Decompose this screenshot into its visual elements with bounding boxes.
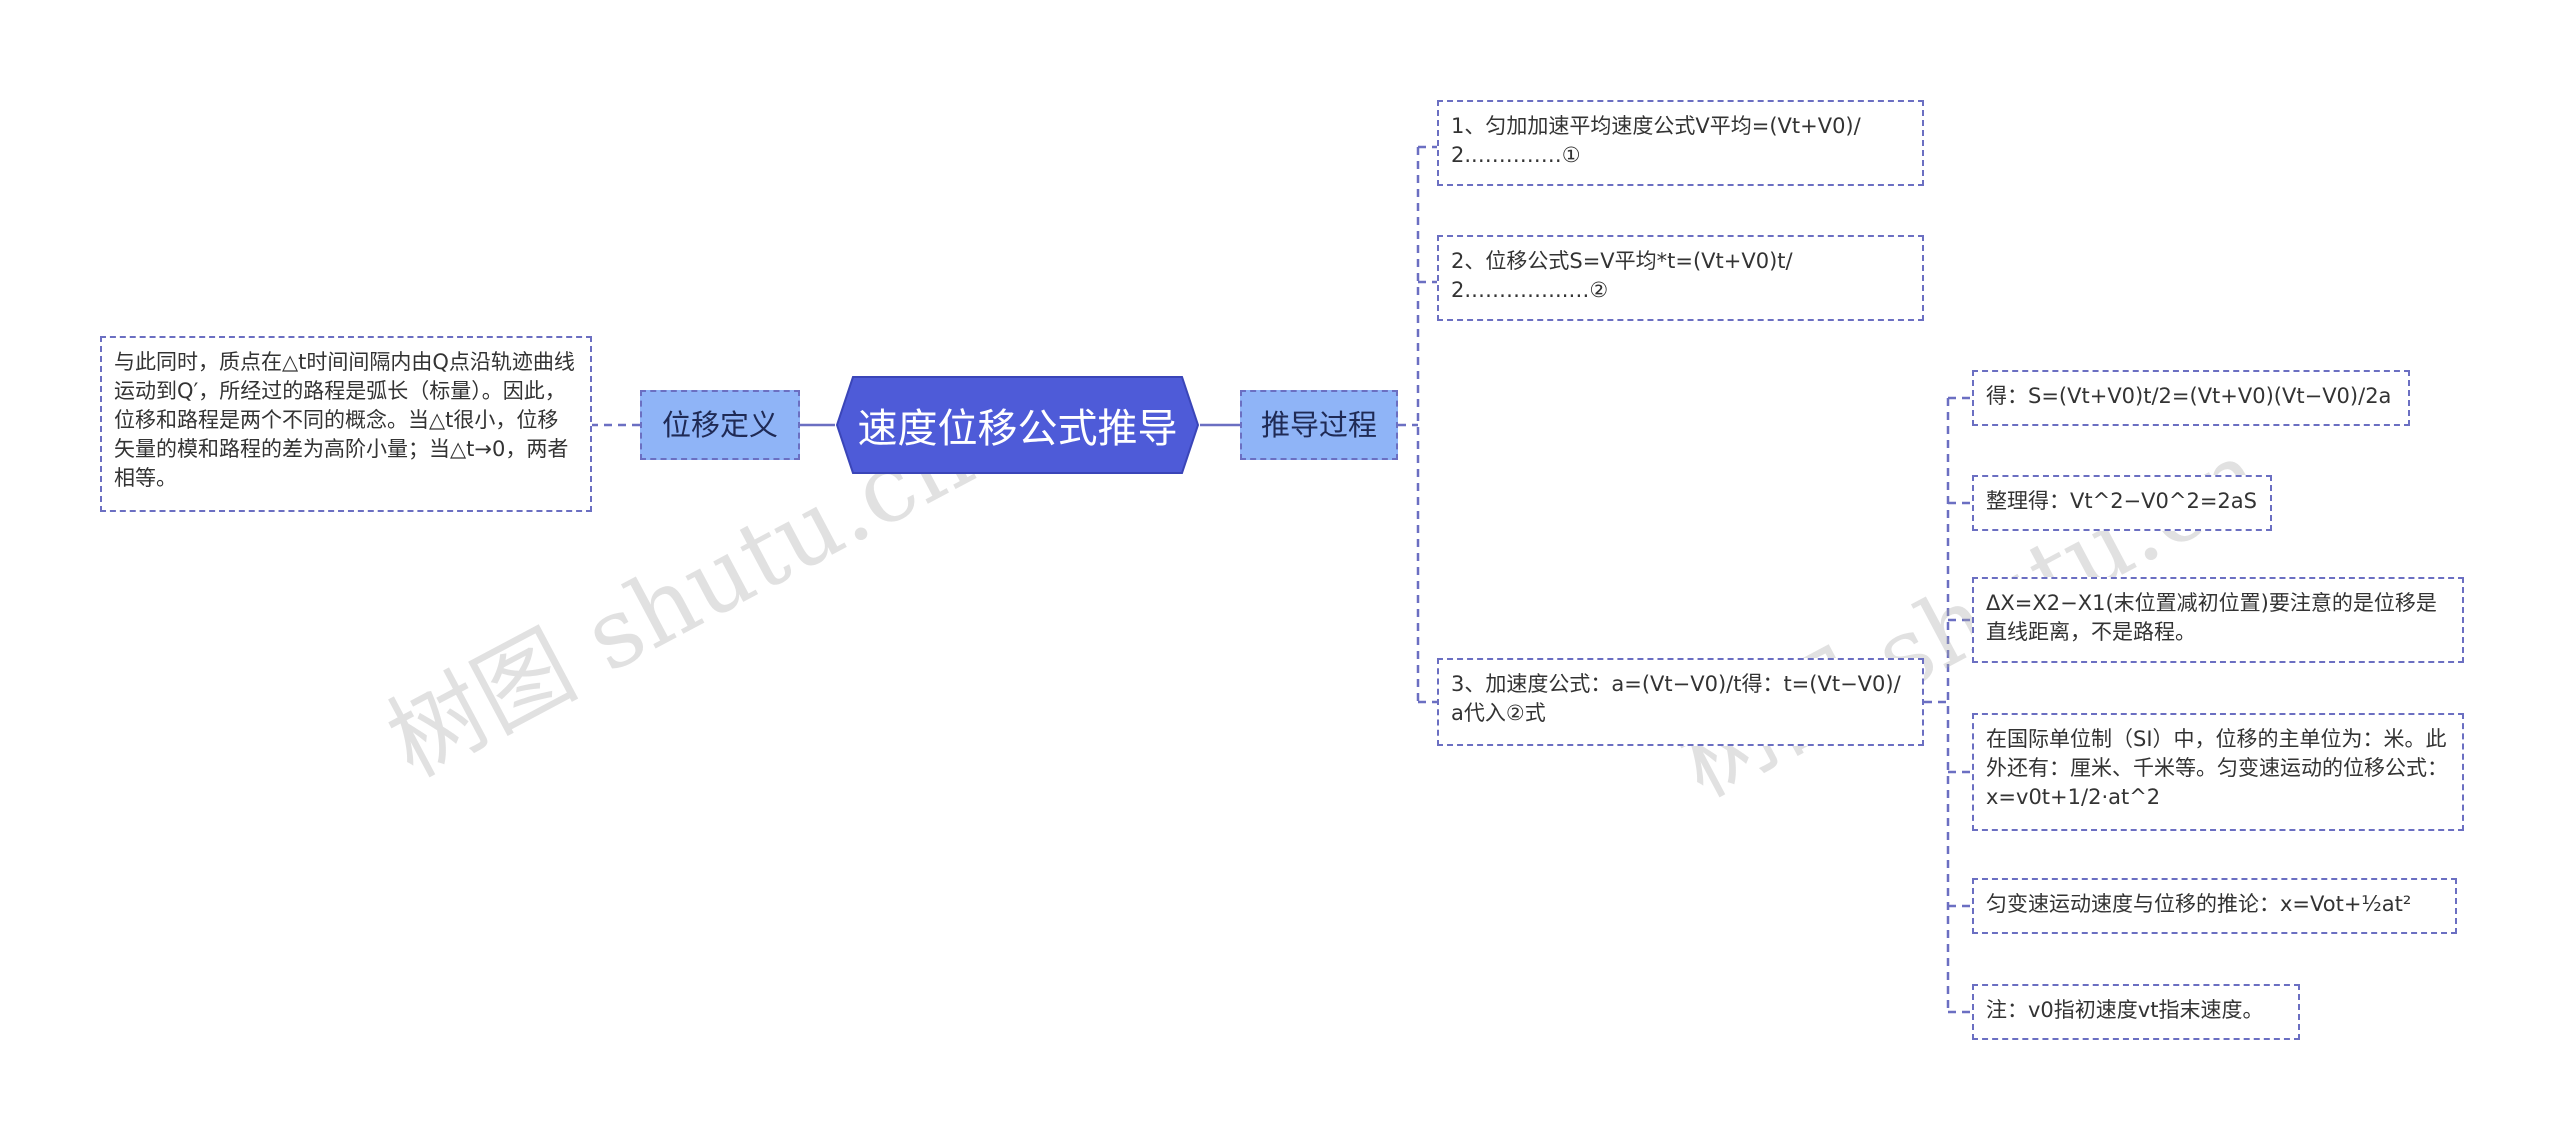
sub-leaf-derived-s[interactable]: 得：S=(Vt+V0)t/2=(Vt+V0)(Vt−V0)/2a <box>1972 370 2410 426</box>
leaf-displacement-description[interactable]: 与此同时，质点在△t时间间隔内由Q点沿轨迹曲线运动到Q′，所经过的路程是弧长（标… <box>100 336 592 512</box>
root-node[interactable]: 速度位移公式推导 <box>835 375 1200 475</box>
leaf-text: 注：v0指初速度vt指末速度。 <box>1986 998 2264 1022</box>
leaf-average-velocity-formula[interactable]: 1、匀加加速平均速度公式V平均=(Vt+V0)/2..…………① <box>1437 100 1924 186</box>
leaf-text: 整理得：Vt^2−V0^2=2aS <box>1986 489 2257 513</box>
branch-displacement-definition[interactable]: 位移定义 <box>640 390 800 460</box>
root-title: 速度位移公式推导 <box>857 406 1178 452</box>
leaf-acceleration-formula[interactable]: 3、加速度公式：a=(Vt−V0)/t得：t=(Vt−V0)/a代入②式 <box>1437 658 1924 746</box>
branch-derivation-process[interactable]: 推导过程 <box>1240 390 1398 460</box>
leaf-text: 匀变速运动速度与位移的推论：x=Vot+½at² <box>1986 892 2412 916</box>
sub-leaf-delta-x[interactable]: ΔX=X2−X1(末位置减初位置)要注意的是位移是直线距离，不是路程。 <box>1972 577 2464 663</box>
sub-leaf-corollary[interactable]: 匀变速运动速度与位移的推论：x=Vot+½at² <box>1972 878 2457 934</box>
leaf-text: 2、位移公式S=V平均*t=(Vt+V0)t/2.…………..…② <box>1451 249 1793 302</box>
sub-leaf-simplified[interactable]: 整理得：Vt^2−V0^2=2aS <box>1972 475 2272 531</box>
leaf-text: 与此同时，质点在△t时间间隔内由Q点沿轨迹曲线运动到Q′，所经过的路程是弧长（标… <box>114 350 575 490</box>
leaf-displacement-formula[interactable]: 2、位移公式S=V平均*t=(Vt+V0)t/2.…………..…② <box>1437 235 1924 321</box>
branch-label: 推导过程 <box>1260 407 1377 442</box>
leaf-text: 3、加速度公式：a=(Vt−V0)/t得：t=(Vt−V0)/a代入②式 <box>1451 672 1901 725</box>
leaf-text: 在国际单位制（SI）中，位移的主单位为：米。此外还有：厘米、千米等。匀变速运动的… <box>1986 727 2448 809</box>
sub-leaf-note[interactable]: 注：v0指初速度vt指末速度。 <box>1972 984 2300 1040</box>
leaf-text: 1、匀加加速平均速度公式V平均=(Vt+V0)/2..…………① <box>1451 114 1861 167</box>
branch-label: 位移定义 <box>661 407 778 442</box>
leaf-text: ΔX=X2−X1(末位置减初位置)要注意的是位移是直线距离，不是路程。 <box>1986 591 2437 644</box>
connector-lines <box>592 145 1972 1014</box>
sub-leaf-si-units[interactable]: 在国际单位制（SI）中，位移的主单位为：米。此外还有：厘米、千米等。匀变速运动的… <box>1972 713 2464 831</box>
leaf-text: 得：S=(Vt+V0)t/2=(Vt+V0)(Vt−V0)/2a <box>1986 384 2392 408</box>
